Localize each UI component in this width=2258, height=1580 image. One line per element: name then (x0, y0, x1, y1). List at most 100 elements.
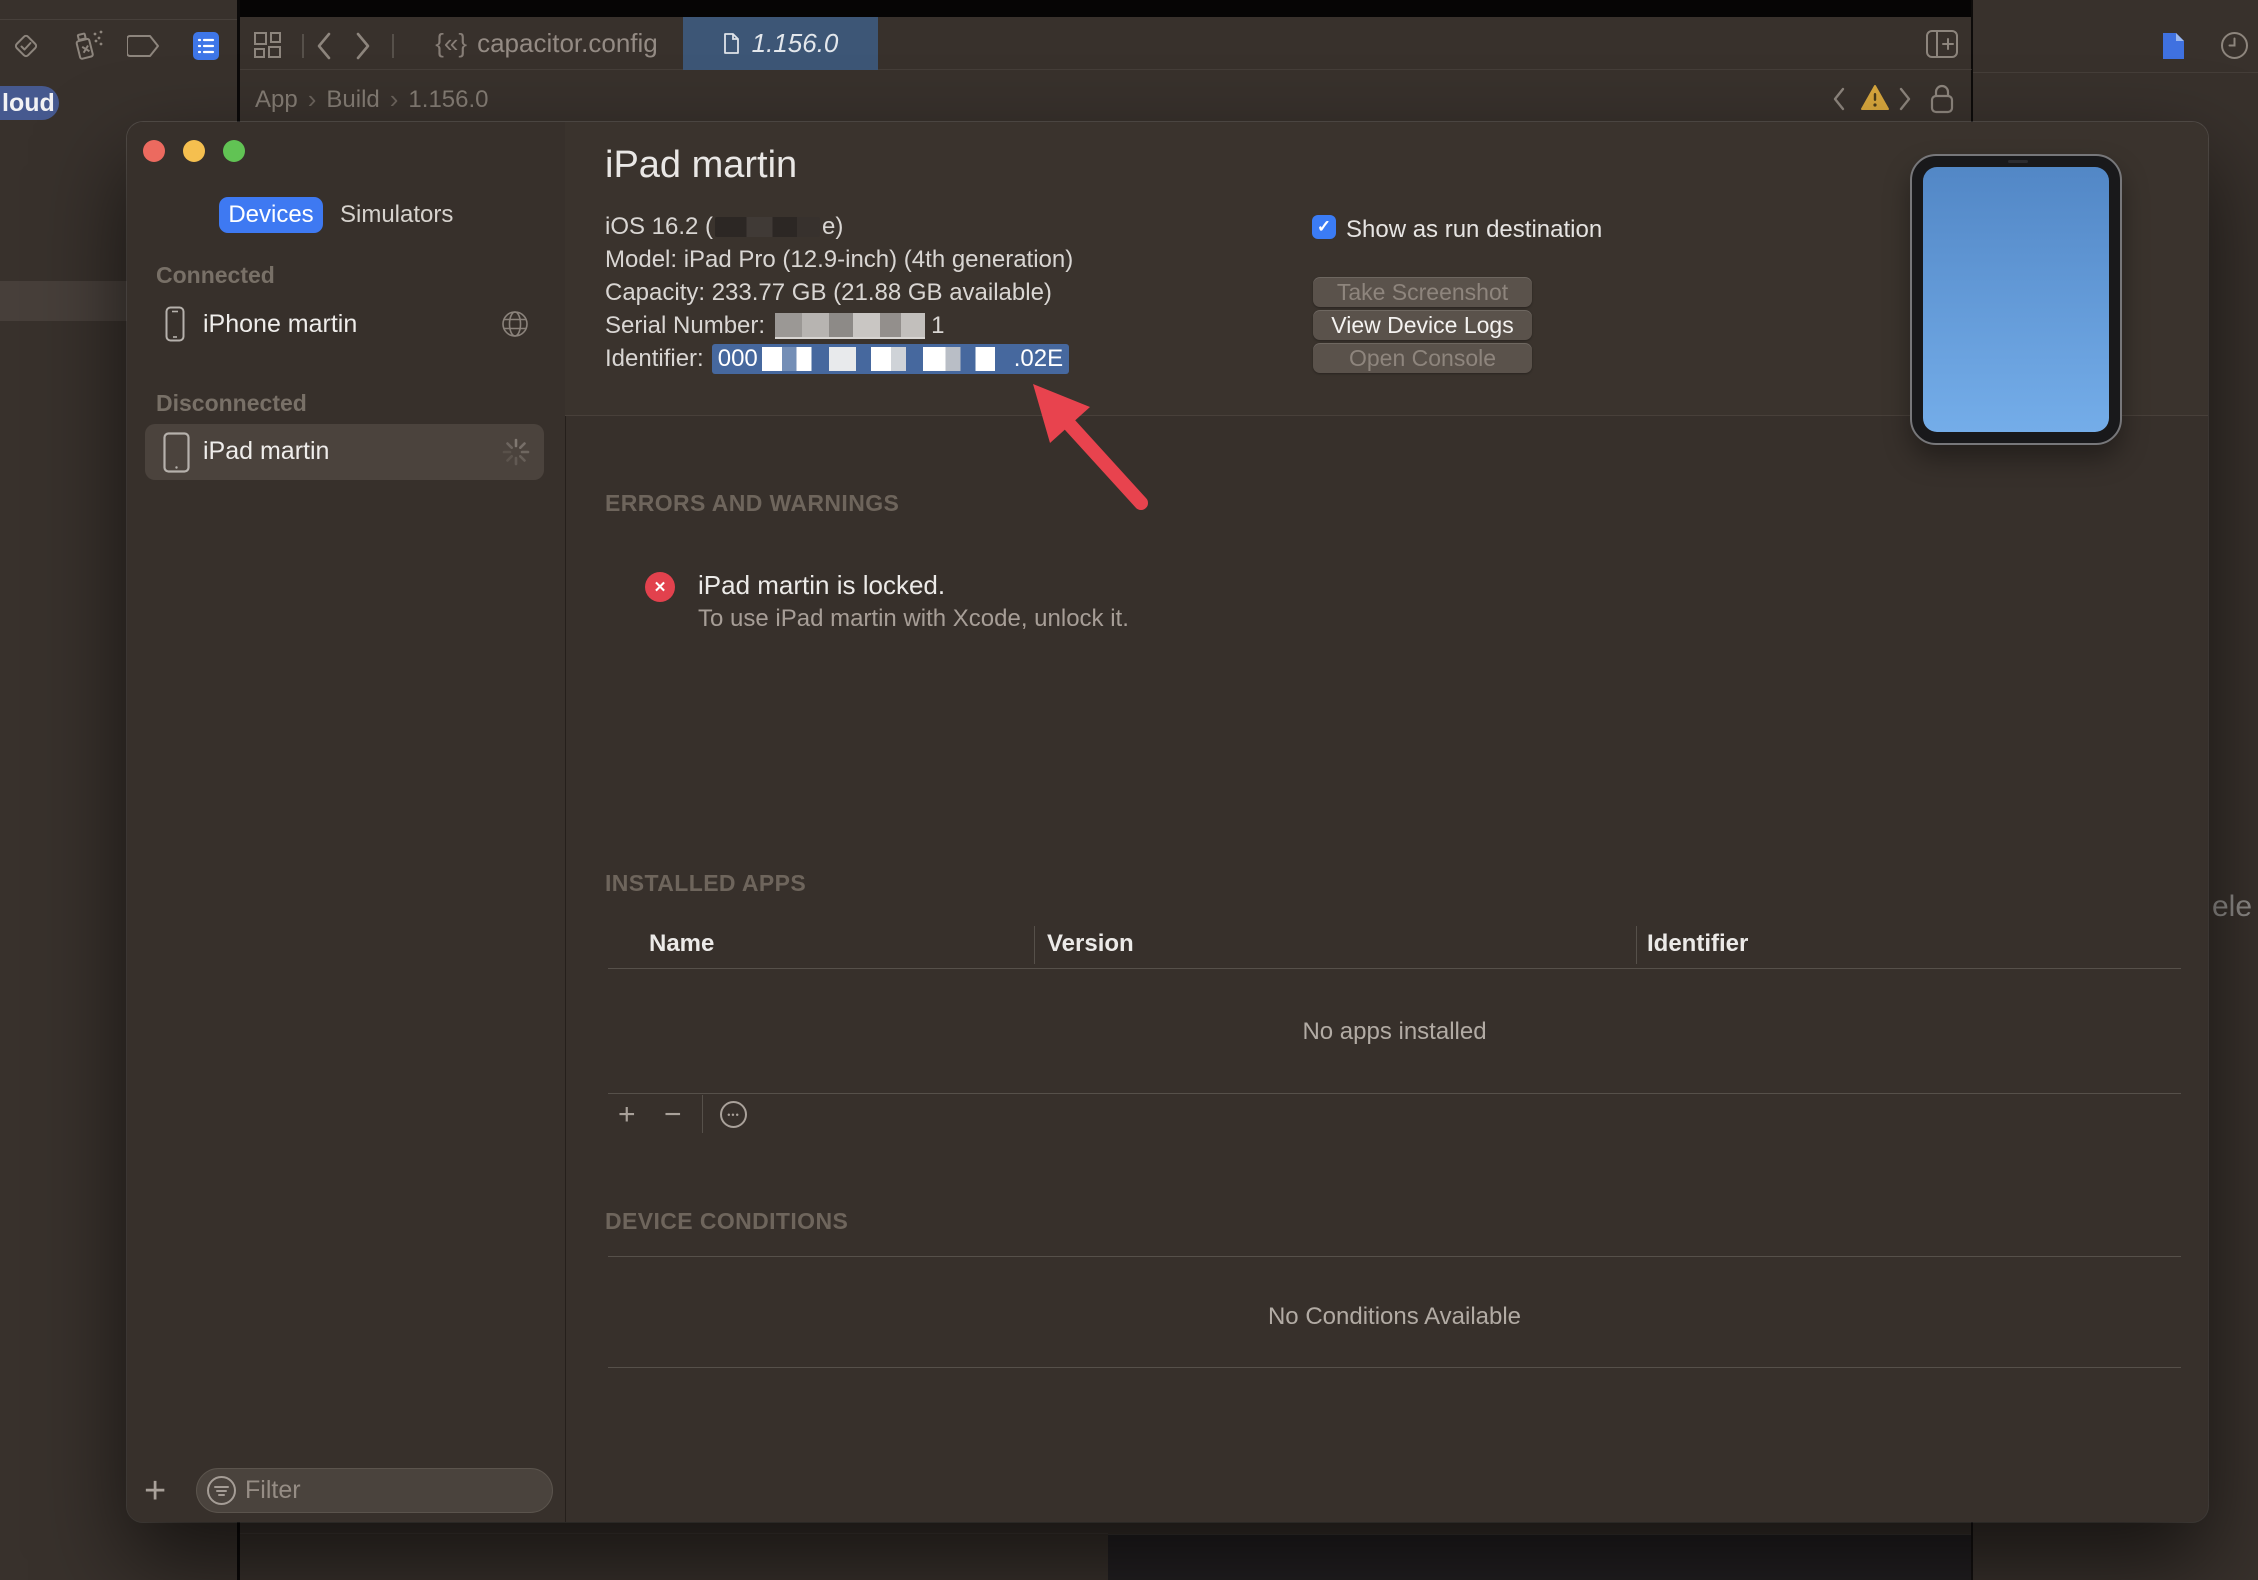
device-conditions-heading: DEVICE CONDITIONS (605, 1208, 849, 1234)
app-toolbar-divider (702, 1095, 703, 1133)
ipad-preview-image (1910, 154, 2122, 445)
connected-section-header: Connected (156, 262, 275, 288)
checkmark-seal-icon[interactable] (11, 31, 41, 61)
tab-devices[interactable]: Devices (219, 197, 323, 233)
add-editor-icon[interactable] (1926, 30, 1958, 58)
filter-input[interactable] (196, 1468, 553, 1513)
conditions-bottom-line (608, 1367, 2181, 1368)
open-console-button[interactable]: Open Console (1313, 343, 1532, 373)
forward-chevron-icon[interactable] (355, 31, 371, 61)
toolbar-hairline-right (1973, 72, 2258, 73)
run-destination-label: Show as run destination (1346, 216, 1603, 243)
document-icon (723, 32, 740, 55)
related-items-grid-icon[interactable] (254, 32, 286, 58)
editor-inspector-divider (1971, 0, 1973, 122)
device-serial-row: Serial Number: 1 (605, 311, 944, 341)
add-device-button[interactable]: + (144, 1470, 166, 1513)
installed-apps-heading: INSTALLED APPS (605, 870, 807, 896)
column-header-identifier[interactable]: Identifier (1647, 930, 1748, 958)
serial-label: Serial Number: (605, 312, 766, 339)
identifier-suffix: .02E (1013, 345, 1064, 372)
spray-bottle-icon[interactable] (70, 28, 104, 64)
back-chevron-icon[interactable] (316, 31, 332, 61)
errors-warnings-heading: ERRORS AND WARNINGS (605, 490, 900, 516)
breadcrumb-version[interactable]: 1.156.0 (408, 86, 488, 114)
tab-capacitor-config[interactable]: {«} capacitor.config (410, 17, 683, 70)
filter-icon (206, 1475, 237, 1506)
list-report-icon[interactable] (193, 32, 219, 60)
column-header-name[interactable]: Name (649, 930, 714, 958)
device-title: iPad martin (605, 144, 798, 186)
redacted-identifier (761, 347, 1010, 371)
navigator-divider-bottom (237, 1522, 240, 1580)
network-globe-icon (501, 310, 529, 338)
iphone-name: iPhone martin (203, 310, 358, 338)
disconnected-section-header: Disconnected (156, 390, 307, 416)
ipad-camera-dot (2008, 160, 2028, 163)
tab-label: 1.156.0 (751, 28, 839, 58)
view-device-logs-button[interactable]: View Device Logs (1313, 310, 1532, 340)
device-conditions-empty-text: No Conditions Available (1267, 1303, 1522, 1330)
device-model-row: Model: iPad Pro (12.9-inch) (4th generat… (605, 246, 1074, 273)
os-suffix: e) (822, 213, 844, 240)
minimize-traffic-light[interactable] (183, 140, 205, 162)
sidebar-item-iphone[interactable]: iPhone martin (145, 302, 544, 350)
close-traffic-light[interactable] (143, 140, 165, 162)
error-icon: ✕ (645, 572, 675, 602)
tab-1156[interactable]: 1.156.0 (683, 17, 878, 70)
tab-label: capacitor.config (477, 28, 658, 58)
screenshot-root: {«} capacitor.config 1.156.0 App › Build… (0, 0, 2258, 1580)
debug-console-panel (1108, 1534, 1972, 1580)
breadcrumb-app[interactable]: App (255, 86, 298, 114)
conditions-top-line (608, 1256, 2181, 1257)
ipad-name: iPad martin (203, 437, 330, 465)
tab-simulators-label: Simulators (340, 201, 454, 228)
device-sidebar: Devices Simulators Connected iPhone mart… (127, 122, 566, 1522)
table-bottom-line (608, 1093, 2181, 1094)
ipad-icon (163, 432, 190, 473)
console-divider-right (1971, 1522, 1973, 1580)
bottom-hairline (240, 1533, 1108, 1534)
column-separator[interactable] (1034, 926, 1035, 964)
cloud-badge-label: loud (2, 88, 55, 117)
devices-window: Devices Simulators Connected iPhone mart… (127, 122, 2208, 1522)
serial-visible: 1 (931, 312, 945, 339)
issue-forward-chevron-icon[interactable] (1898, 87, 1911, 111)
breadcrumb[interactable]: App › Build › 1.156.0 (255, 84, 489, 115)
clock-icon[interactable] (2220, 31, 2249, 60)
background-partial-text: ele (2212, 890, 2253, 923)
table-header-underline (608, 968, 2181, 969)
cloud-badge[interactable]: loud (0, 86, 59, 120)
take-screenshot-button[interactable]: Take Screenshot (1313, 277, 1532, 307)
app-actions-more-button[interactable]: ••• (720, 1101, 747, 1128)
toolbar-hairline-left (0, 19, 237, 20)
identifier-label: Identifier: (605, 345, 704, 372)
breadcrumb-chevron-icon: › (389, 84, 399, 114)
warning-triangle-icon[interactable] (1860, 84, 1890, 112)
remove-app-button[interactable]: − (664, 1098, 682, 1132)
device-identifier-row: Identifier: 000 .02E (605, 344, 1070, 374)
zoom-traffic-light[interactable] (223, 140, 245, 162)
column-header-version[interactable]: Version (1047, 930, 1134, 958)
breadcrumb-chevron-icon: › (307, 84, 317, 114)
installed-apps-empty-text: No apps installed (1302, 1018, 1487, 1045)
run-destination-checkbox[interactable]: ✓ (1312, 215, 1336, 239)
iphone-icon (165, 306, 185, 342)
redacted-serial (775, 313, 926, 339)
column-separator[interactable] (1636, 926, 1637, 964)
add-app-button[interactable]: + (618, 1098, 636, 1132)
tabbar-divider-1 (302, 34, 304, 58)
identifier-prefix: 000 (717, 345, 758, 372)
sidebar-item-ipad[interactable]: iPad martin (145, 424, 544, 480)
tab-devices-label: Devices (228, 201, 314, 228)
redacted-os-build (715, 217, 821, 237)
device-os-row: iOS 16.2 ( e) (605, 212, 843, 242)
tab-simulators[interactable]: Simulators (340, 197, 453, 233)
spinner-icon (501, 437, 531, 467)
breadcrumb-build[interactable]: Build (326, 86, 379, 114)
tag-icon[interactable] (127, 35, 161, 57)
os-prefix: iOS 16.2 ( (605, 213, 714, 240)
issue-back-chevron-icon[interactable] (1833, 87, 1846, 111)
lock-icon[interactable] (1928, 82, 1956, 116)
blue-document-icon[interactable] (2161, 31, 2186, 61)
